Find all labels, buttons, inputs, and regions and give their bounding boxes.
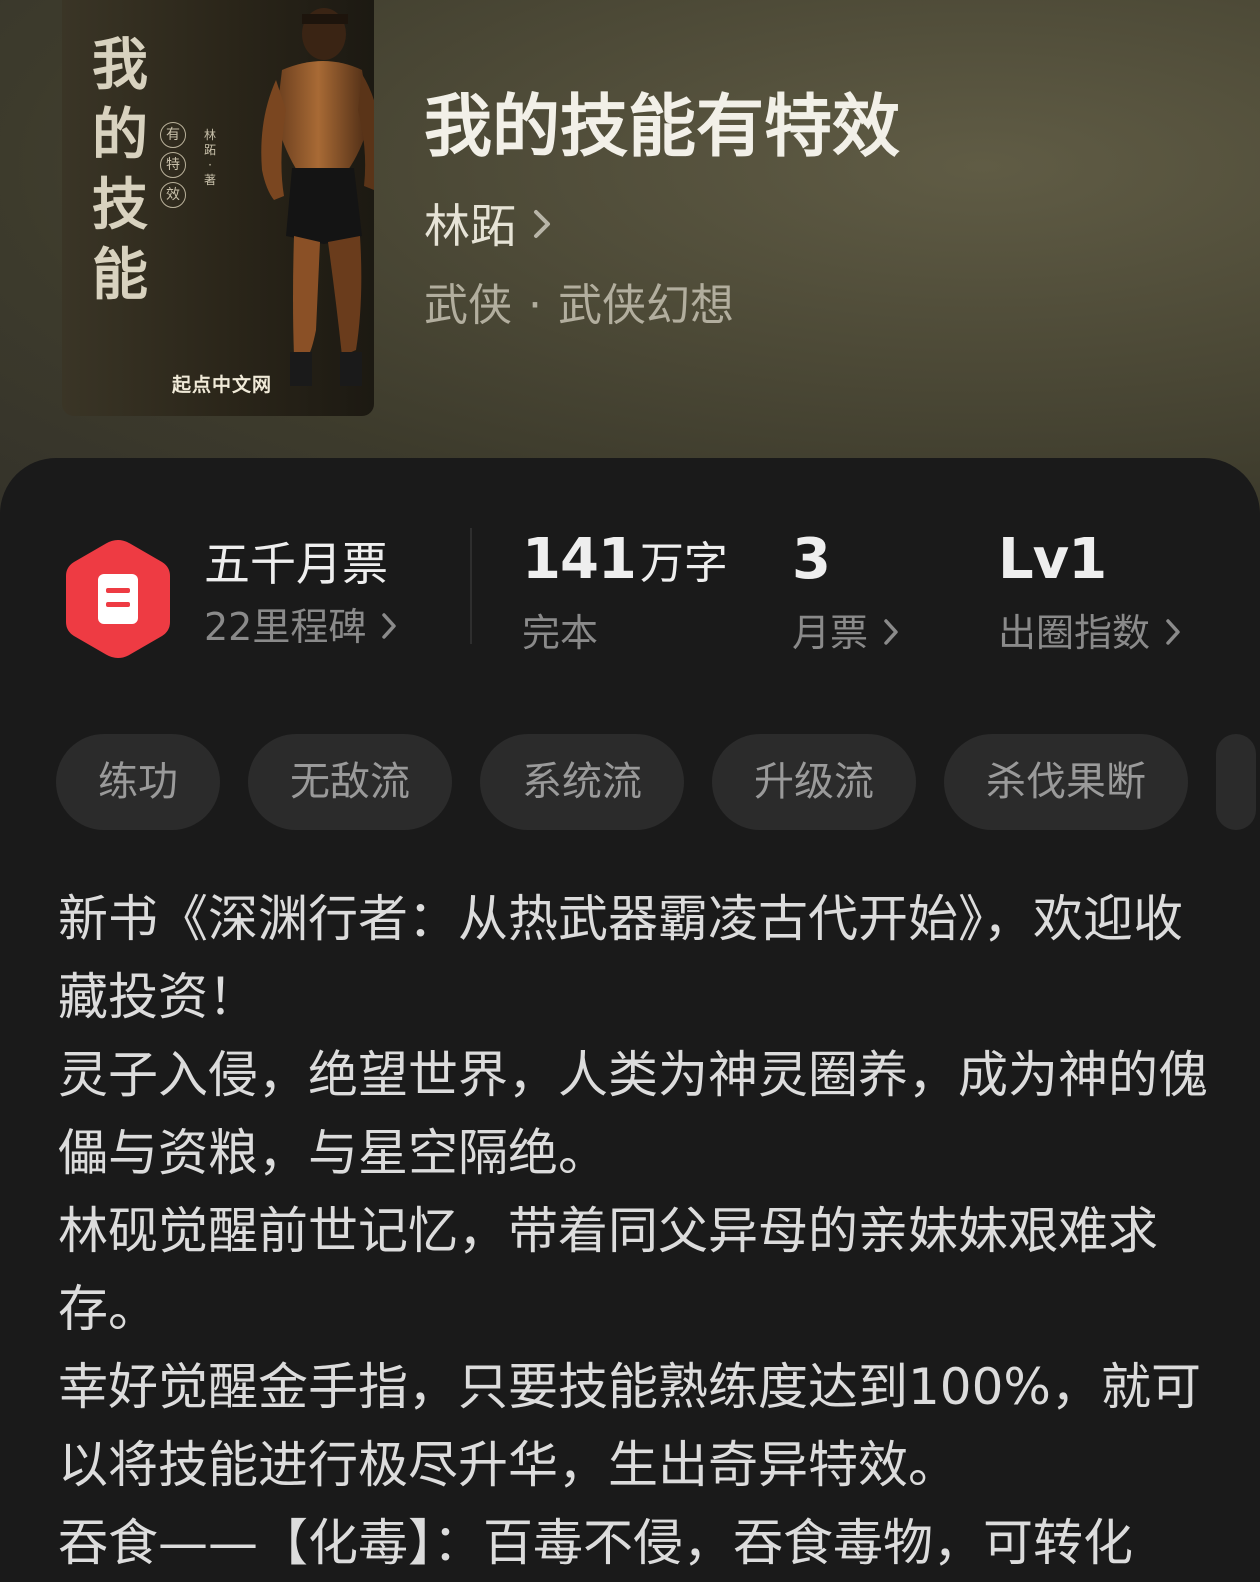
tag-chip[interactable]: 系统流 xyxy=(480,734,684,830)
breakout-index-value[interactable]: Lv1 xyxy=(998,530,1107,603)
tag-chip[interactable]: 练功 xyxy=(56,734,220,830)
cover-publisher: 起点中文网 xyxy=(171,374,272,396)
separator-dot: · xyxy=(528,280,542,331)
author-name: 林跖 xyxy=(424,199,516,253)
ticket-hexagon-icon[interactable] xyxy=(62,536,174,662)
book-cover[interactable]: 我 的 技 能 有 特 效 林跖 · 著 起点中文网 xyxy=(62,0,374,416)
author-link[interactable]: 林跖 xyxy=(424,196,552,256)
breakout-index-label: 出圈指数 xyxy=(998,611,1151,655)
book-introduction[interactable]: 新书《深渊行者：从热武器霸凌古代开始》，欢迎收藏投资！ 灵子入侵，绝望世界，人类… xyxy=(58,880,1208,1582)
monthly-tickets-label: 月票 xyxy=(792,611,869,655)
genre-row[interactable]: 武侠 · 武侠幻想 xyxy=(424,276,734,336)
cover-author: 林跖 · 著 xyxy=(203,128,216,187)
chevron-right-icon xyxy=(882,608,900,658)
cover-title: 我 的 技 能 xyxy=(92,32,148,308)
cover-subtitle: 有 特 效 xyxy=(160,122,188,208)
intro-paragraph: 新书《深渊行者：从热武器霸凌古代开始》，欢迎收藏投资！ xyxy=(58,890,1183,1026)
word-count-value: 141 xyxy=(522,527,637,592)
chevron-right-icon xyxy=(380,602,398,652)
monthly-tickets-count[interactable]: 3 xyxy=(792,530,831,603)
tag-list: 练功 无敌流 系统流 升级流 杀伐果断 xyxy=(56,734,1260,830)
tag-chip[interactable]: 杀伐果断 xyxy=(944,734,1188,830)
tag-chip[interactable]: 升级流 xyxy=(712,734,916,830)
breakout-index-link[interactable]: 出圈指数 xyxy=(998,608,1182,658)
milestone-title[interactable]: 五千月票 xyxy=(204,534,388,594)
genre-subcategory: 武侠幻想 xyxy=(558,280,734,331)
milestone-link[interactable]: 22里程碑 xyxy=(204,602,398,652)
book-title: 我的技能有特效 xyxy=(424,87,901,167)
word-count-unit: 万字 xyxy=(639,538,728,589)
genre-category: 武侠 xyxy=(424,280,512,331)
word-count: 141万字 xyxy=(522,530,728,603)
intro-paragraph: 林砚觉醒前世记忆，带着同父异母的亲妹妹艰难求存。 xyxy=(58,1202,1158,1338)
intro-paragraph: 灵子入侵，绝望世界，人类为神灵圈养，成为神的傀儡与资粮，与星空隔绝。 xyxy=(58,1046,1208,1182)
intro-paragraph: 幸好觉醒金手指，只要技能熟练度达到100%，就可以将技能进行极尽升华，生出奇异特… xyxy=(58,1358,1201,1494)
milestone-subtitle: 22里程碑 xyxy=(204,605,367,649)
monthly-tickets-link[interactable]: 月票 xyxy=(792,608,900,658)
tag-chip-partial[interactable] xyxy=(1216,734,1256,830)
stats-divider xyxy=(470,528,472,644)
tag-chip[interactable]: 无敌流 xyxy=(248,734,452,830)
chevron-right-icon xyxy=(532,209,552,243)
completion-status: 完本 xyxy=(522,611,599,655)
book-header: 我 的 技 能 有 特 效 林跖 · 著 起点中文网 我的技能有特效 林跖 武侠… xyxy=(0,0,1260,520)
intro-paragraph: 吞食——【化毒】：百毒不侵，吞食毒物，可转化 xyxy=(58,1514,1133,1572)
chevron-right-icon xyxy=(1164,608,1182,658)
